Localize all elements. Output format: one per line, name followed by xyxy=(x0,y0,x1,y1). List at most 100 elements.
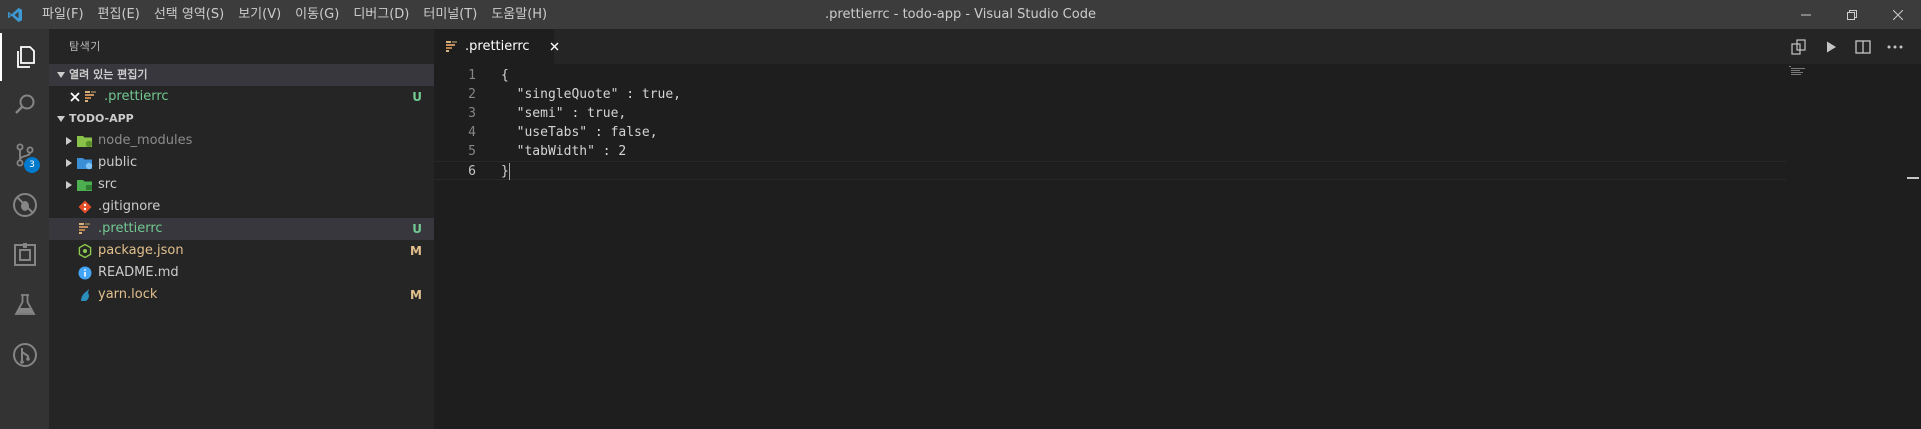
line-number: 4 xyxy=(468,125,476,140)
open-changes-button[interactable] xyxy=(1783,29,1815,64)
code-line-current: 6 } xyxy=(434,161,1786,180)
tree-item-src[interactable]: src xyxy=(49,174,434,196)
more-actions-button[interactable] xyxy=(1879,29,1911,64)
close-icon xyxy=(1893,9,1903,20)
activity-git-graph[interactable] xyxy=(0,331,49,379)
menu-terminal[interactable]: 터미널(T) xyxy=(416,0,484,29)
tab-label: .prettierrc xyxy=(465,39,530,54)
tree-item-label: .prettierrc xyxy=(98,221,163,236)
code-text-current: } xyxy=(501,162,510,181)
tree-item-yarn-lock[interactable]: yarn.lock M xyxy=(49,284,434,306)
title-bar: 파일(F) 편집(E) 선택 영역(S) 보기(V) 이동(G) 디버그(D) … xyxy=(0,0,1921,29)
tree-item-prettierrc[interactable]: .prettierrc U xyxy=(49,218,434,240)
editor-group: .prettierrc 1 { 2 "singleQuote": true, … xyxy=(434,29,1921,429)
prettier-file-icon xyxy=(83,89,99,105)
code-line: 2 "singleQuote" : true, xyxy=(434,85,1786,104)
tab-bar: .prettierrc xyxy=(434,29,1921,64)
modified-badge: M xyxy=(410,244,422,258)
editor-actions xyxy=(1783,29,1911,64)
activity-test[interactable] xyxy=(0,281,49,329)
code-line: 3 "semi" : true, xyxy=(434,104,1786,123)
git-graph-icon xyxy=(12,343,37,367)
project-name-label: TODO-APP xyxy=(69,112,134,125)
extensions-icon xyxy=(13,243,36,266)
menu-file[interactable]: 파일(F) xyxy=(35,0,91,29)
tree-item-gitignore[interactable]: .gitignore xyxy=(49,196,434,218)
public-folder-icon xyxy=(77,155,93,171)
tree-item-readme[interactable]: README.md xyxy=(49,262,434,284)
line-number: 5 xyxy=(468,144,476,159)
code-text: { xyxy=(501,68,509,83)
code-line: 1 { xyxy=(434,66,1786,85)
menu-help[interactable]: 도움말(H) xyxy=(484,0,554,29)
search-icon xyxy=(14,94,34,114)
tree-item-label: yarn.lock xyxy=(98,287,158,302)
open-editors-header[interactable]: 열려 있는 편집기 xyxy=(49,64,434,86)
tree-item-label: package.json xyxy=(98,243,184,258)
code-text: "semi" : true, xyxy=(501,106,627,121)
sidebar-title: 탐색기 xyxy=(69,40,101,53)
node-folder-icon xyxy=(77,133,93,149)
chevron-right-icon xyxy=(61,159,77,167)
close-editor-icon[interactable] xyxy=(67,92,83,102)
menu-view[interactable]: 보기(V) xyxy=(231,0,288,29)
menu-selection[interactable]: 선택 영역(S) xyxy=(147,0,231,29)
project-header[interactable]: TODO-APP xyxy=(49,108,434,130)
tree-item-label: node_modules xyxy=(98,133,193,148)
more-icon xyxy=(1887,45,1903,48)
tree-item-package-json[interactable]: package.json M xyxy=(49,240,434,262)
code-text: "tabWidth" : 2 xyxy=(501,144,627,159)
activity-source-control[interactable]: 3 xyxy=(0,131,49,179)
untracked-badge: U xyxy=(412,90,422,104)
run-button[interactable] xyxy=(1815,29,1847,64)
tree-item-label: .gitignore xyxy=(98,199,161,214)
text-cursor xyxy=(508,163,510,180)
modified-badge: M xyxy=(410,288,422,302)
git-file-icon xyxy=(77,199,93,215)
close-tab-icon[interactable] xyxy=(550,42,559,51)
open-editors-label: 열려 있는 편집기 xyxy=(69,68,148,81)
activity-search[interactable] xyxy=(0,81,49,129)
restore-button[interactable] xyxy=(1829,0,1875,29)
code-line: 5 "tabWidth" : 2 xyxy=(434,142,1786,161)
open-editor-item[interactable]: .prettierrc U xyxy=(49,86,434,108)
code-text: } xyxy=(501,164,509,179)
activity-debug[interactable] xyxy=(0,181,49,229)
nodejs-file-icon xyxy=(77,243,93,259)
prettier-file-icon xyxy=(77,221,93,237)
scm-count-badge: 3 xyxy=(24,157,40,173)
play-icon xyxy=(1827,41,1836,52)
menu-edit[interactable]: 편집(E) xyxy=(91,0,147,29)
test-flask-icon xyxy=(13,294,36,315)
chevron-right-icon xyxy=(61,181,77,189)
explorer-sidebar: 탐색기 열려 있는 편집기 .prettierrc U TODO-APP nod… xyxy=(49,29,434,429)
line-number: 2 xyxy=(468,87,476,102)
activity-bar: 3 xyxy=(0,29,49,429)
prettier-file-icon xyxy=(445,39,459,55)
vscode-logo-icon xyxy=(0,0,29,29)
yarn-icon xyxy=(77,287,93,303)
code-text: "useTabs" : false, xyxy=(501,125,658,140)
code-editor[interactable]: 1 { 2 "singleQuote" : true, 3 "semi" : t… xyxy=(434,64,1921,429)
info-icon xyxy=(77,265,93,281)
scrollbar-cursor-marker xyxy=(1907,177,1919,179)
menu-debug[interactable]: 디버그(D) xyxy=(346,0,416,29)
files-icon xyxy=(16,46,35,68)
line-number: 1 xyxy=(468,68,476,83)
minimize-icon xyxy=(1801,14,1811,15)
line-number: 3 xyxy=(468,106,476,121)
minimap[interactable] xyxy=(1789,66,1817,76)
split-editor-button[interactable] xyxy=(1847,29,1879,64)
tree-item-node-modules[interactable]: node_modules xyxy=(49,130,434,152)
tree-item-public[interactable]: public xyxy=(49,152,434,174)
activity-extensions[interactable] xyxy=(0,231,49,279)
tab-prettierrc[interactable]: .prettierrc xyxy=(434,29,559,64)
code-line: 4 "useTabs" : false, xyxy=(434,123,1786,142)
minimize-button[interactable] xyxy=(1783,0,1829,29)
close-window-button[interactable] xyxy=(1875,0,1921,29)
menu-go[interactable]: 이동(G) xyxy=(288,0,346,29)
chevron-down-icon xyxy=(53,115,69,123)
debug-icon xyxy=(12,193,37,217)
activity-explorer[interactable] xyxy=(0,33,49,81)
untracked-badge: U xyxy=(412,222,422,236)
